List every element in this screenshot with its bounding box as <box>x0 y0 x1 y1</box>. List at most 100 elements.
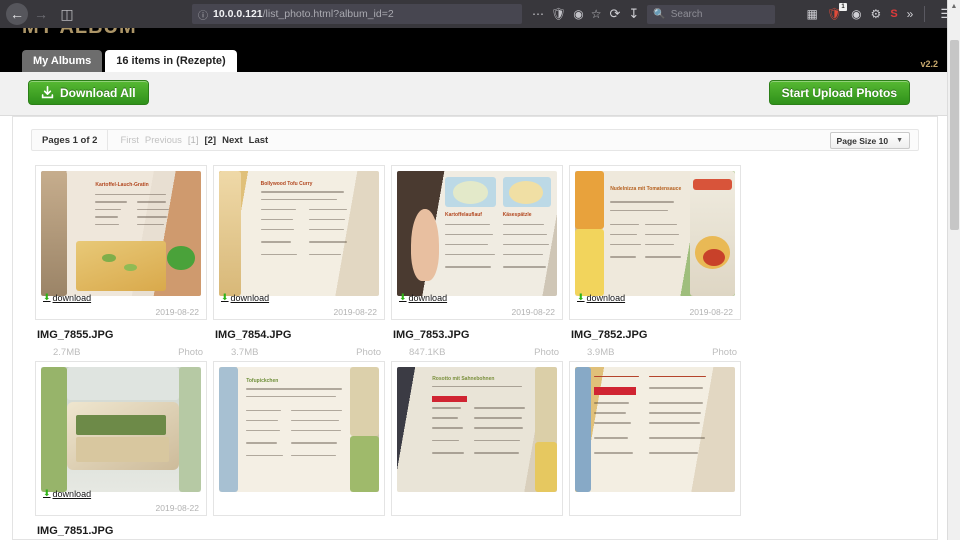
photo-filename: IMG_7852.JPG <box>571 329 648 341</box>
thumbnail-art: Kartoffel-Lauch-Gratin <box>41 171 201 296</box>
page-link-previous[interactable]: Previous <box>145 135 182 146</box>
search-icon: 🔍 <box>653 8 666 20</box>
thumbnail-art: Nudelnizza mit Tomatensauce <box>575 171 735 296</box>
photo-filesize: 2.7MB <box>53 347 81 358</box>
start-upload-photos-button[interactable]: Start Upload Photos <box>768 80 910 105</box>
thumbnail-box[interactable]: Bollywood Tofu Curry ⬇ download 2019-08-… <box>213 165 385 320</box>
photo-type: Photo <box>712 347 737 358</box>
photo-subinfo: 3.7MB Photo <box>213 347 385 361</box>
photo-thumbnail[interactable]: Bollywood Tofu Curry <box>219 171 379 296</box>
tab-album-items[interactable]: 16 items in (Rezepte) <box>105 50 237 72</box>
thumbnail-art <box>41 367 201 492</box>
photo-thumbnail[interactable]: Rosotto mit Sahnebohnen <box>397 367 557 492</box>
photo-filename: IMG_7853.JPG <box>393 329 470 341</box>
pocket-icon[interactable]: 🛡 <box>551 8 566 20</box>
photo-download-link[interactable]: ⬇ download <box>577 292 625 303</box>
scrollbar-thumb[interactable] <box>950 40 959 230</box>
photo-card[interactable]: Rosotto mit Sahnebohnen <box>391 361 563 539</box>
site-header: MY ALBUM v2.2 My Albums 16 items in (Rez… <box>0 28 960 72</box>
photo-subinfo: 2.7MB Photo <box>35 347 207 361</box>
thumbnail-box[interactable]: Nudelnizza mit Tomatensauce ⬇ download 2… <box>569 165 741 320</box>
forward-arrow-icon[interactable]: → <box>28 3 54 25</box>
browser-toolbar: ← → ◫ ⓘ 10.0.0.121/list_photo.html?album… <box>0 0 960 28</box>
page-body: MY ALBUM v2.2 My Albums 16 items in (Rez… <box>0 28 960 540</box>
download-all-label: Download All <box>60 85 136 100</box>
sidebar-icon[interactable]: ◫ <box>54 3 80 25</box>
photo-thumbnail[interactable]: Kartoffelauflauf Käsespätzle <box>397 171 557 296</box>
s-extension-icon[interactable]: S <box>890 8 897 20</box>
photo-thumbnail[interactable]: Kartoffel-Lauch-Gratin <box>41 171 201 296</box>
photo-card[interactable]: Nudelnizza mit Tomatensauce ⬇ download 2… <box>569 165 741 361</box>
thumbnail-meta: ⬇ download 2019-08-22 <box>43 291 199 317</box>
scroll-up-arrow-icon[interactable]: ▲ <box>948 0 960 13</box>
thumbnail-meta: ⬇ download 2019-08-22 <box>221 291 377 317</box>
back-arrow-icon[interactable]: ← <box>6 3 28 25</box>
download-arrow-icon: ⬇ <box>43 488 51 498</box>
page-link-next[interactable]: Next <box>222 135 243 146</box>
download-link-label: download <box>408 292 448 303</box>
thumbnail-art: Tofupickchen <box>219 367 379 492</box>
photo-card[interactable]: Tofupickchen <box>213 361 385 539</box>
download-arrow-icon[interactable]: ↧ <box>628 6 639 22</box>
account-icon[interactable]: ◉ <box>851 7 861 21</box>
photo-card[interactable]: Bollywood Tofu Curry ⬇ download 2019-08-… <box>213 165 385 361</box>
ellipsis-icon[interactable]: ⋯ <box>532 8 544 20</box>
thumbnail-box[interactable] <box>569 361 741 516</box>
thumbnail-box[interactable]: ⬇ download 2019-08-22 <box>35 361 207 516</box>
page-size-select[interactable]: Page Size 10 ▼ <box>829 132 910 149</box>
photo-card[interactable] <box>569 361 741 539</box>
photo-card[interactable]: Kartoffelauflauf Käsespätzle ⬇ download … <box>391 165 563 361</box>
photo-date: 2019-08-22 <box>511 307 555 317</box>
photo-filename: IMG_7854.JPG <box>215 329 292 341</box>
download-all-button[interactable]: Download All <box>28 80 149 105</box>
download-arrow-icon: ⬇ <box>399 292 407 302</box>
tab-my-albums[interactable]: My Albums <box>22 50 103 72</box>
chevron-down-icon: ▼ <box>896 137 903 144</box>
photo-subinfo: 847.1KB Photo <box>391 347 563 361</box>
photo-thumbnail[interactable] <box>41 367 201 492</box>
download-link-label: download <box>52 488 92 499</box>
page-link-first[interactable]: First <box>120 135 138 146</box>
address-bar[interactable]: ⓘ 10.0.0.121/list_photo.html?album_id=2 <box>192 4 522 24</box>
url-path: /list_photo.html?album_id=2 <box>262 8 394 20</box>
page-link-last[interactable]: Last <box>249 135 269 146</box>
page-link-2[interactable]: [2] <box>204 135 216 146</box>
photo-thumbnail[interactable] <box>575 367 735 492</box>
photo-date: 2019-08-22 <box>333 307 377 317</box>
photo-filename: IMG_7855.JPG <box>37 329 114 341</box>
browser-search-box[interactable]: 🔍 Search <box>647 4 776 24</box>
library-icon[interactable]: ▦ <box>806 7 817 21</box>
reload-icon[interactable]: ⟳ <box>609 6 620 22</box>
gear-icon[interactable]: ⚙ <box>871 7 882 21</box>
container-icon[interactable]: ◉ <box>573 8 583 20</box>
star-icon[interactable]: ☆ <box>591 8 602 20</box>
info-icon[interactable]: ⓘ <box>198 7 208 22</box>
photo-download-link[interactable]: ⬇ download <box>43 488 91 499</box>
photo-card[interactable]: Kartoffel-Lauch-Gratin ⬇ download 2019-0… <box>35 165 207 361</box>
thumbnail-meta: ⬇ download 2019-08-22 <box>399 291 555 317</box>
photo-date: 2019-08-22 <box>155 503 199 513</box>
page-scrollbar[interactable]: ▲ <box>947 0 960 540</box>
photo-thumbnail[interactable]: Nudelnizza mit Tomatensauce <box>575 171 735 296</box>
thumbnail-box[interactable]: Rosotto mit Sahnebohnen <box>391 361 563 516</box>
photo-download-link[interactable]: ⬇ download <box>399 292 447 303</box>
photo-thumbnail[interactable]: Tofupickchen <box>219 367 379 492</box>
download-link-label: download <box>52 292 92 303</box>
chevron-double-right-icon[interactable]: » <box>907 7 914 21</box>
page-link-1[interactable]: [1] <box>188 135 199 146</box>
url-host: 10.0.0.121 <box>213 8 263 20</box>
thumbnail-art: Bollywood Tofu Curry <box>219 171 379 296</box>
shield-icon[interactable]: 🛡 <box>827 3 848 21</box>
thumbnail-box[interactable]: Tofupickchen <box>213 361 385 516</box>
photo-date: 2019-08-22 <box>155 307 199 317</box>
upload-label: Start Upload Photos <box>781 85 897 100</box>
photo-card[interactable]: ⬇ download 2019-08-22 IMG_7851.JPG 3.0MB… <box>35 361 207 539</box>
thumbnail-box[interactable]: Kartoffelauflauf Käsespätzle ⬇ download … <box>391 165 563 320</box>
photo-download-link[interactable]: ⬇ download <box>221 292 269 303</box>
photo-download-link[interactable]: ⬇ download <box>43 292 91 303</box>
thumbnail-box[interactable]: Kartoffel-Lauch-Gratin ⬇ download 2019-0… <box>35 165 207 320</box>
photo-type: Photo <box>356 347 381 358</box>
photo-filesize: 847.1KB <box>409 347 446 358</box>
photo-filesize: 3.9MB <box>587 347 615 358</box>
photo-type: Photo <box>534 347 559 358</box>
